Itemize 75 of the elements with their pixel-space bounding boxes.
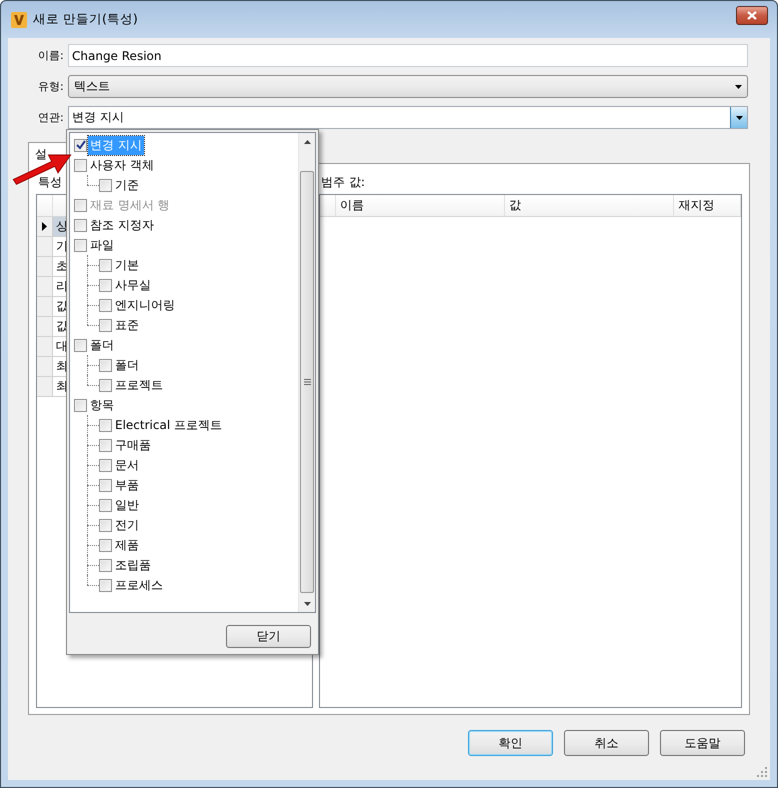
dialog-button[interactable]: 취소 xyxy=(564,730,649,756)
checkbox[interactable] xyxy=(74,338,87,352)
check-icon xyxy=(76,140,86,150)
checkbox[interactable] xyxy=(99,318,112,332)
field-label: 유형: xyxy=(38,79,65,94)
checkbox[interactable] xyxy=(99,418,112,432)
column-header: 이름 xyxy=(336,195,506,216)
tree-item[interactable]: 표준 xyxy=(113,316,141,334)
window-title: 새로 만들기(특성) xyxy=(33,11,139,28)
checkbox[interactable] xyxy=(74,158,87,172)
tree-item[interactable]: 일반 xyxy=(113,496,141,514)
tree-item[interactable]: 문서 xyxy=(113,456,141,474)
checkbox[interactable] xyxy=(74,138,87,152)
tree-item[interactable]: 부품 xyxy=(113,476,141,494)
group-label: 범주 값: xyxy=(320,174,365,191)
dialog-button[interactable]: 확인 xyxy=(468,730,553,756)
column-header: 값 xyxy=(505,195,674,216)
checkbox[interactable] xyxy=(99,278,112,292)
dialog-button[interactable]: 도움말 xyxy=(660,730,745,756)
row-header[interactable] xyxy=(37,217,53,237)
tree-item[interactable]: 조립품 xyxy=(113,556,153,574)
down-arrow-icon xyxy=(304,602,310,606)
grip-icon xyxy=(304,379,310,385)
checkbox[interactable] xyxy=(99,498,112,512)
name-field[interactable]: Change Resion xyxy=(68,44,748,67)
field-label: 이름: xyxy=(38,48,65,63)
type-dropdown[interactable]: 텍스트 xyxy=(68,75,748,98)
scrollbar-thumb[interactable] xyxy=(300,171,314,593)
close-button[interactable] xyxy=(736,6,768,25)
tree-item[interactable]: 사용자 객체 xyxy=(88,156,156,174)
dropdown-value: 텍스트 xyxy=(74,78,111,95)
checkbox[interactable] xyxy=(99,478,112,492)
tree-item[interactable]: Electrical 프로젝트 xyxy=(113,416,224,434)
tree-item[interactable]: 파일 xyxy=(88,236,116,254)
tree-item[interactable]: 폴더 xyxy=(88,336,116,354)
tree-item[interactable]: 폴더 xyxy=(113,356,141,374)
app-logo-icon xyxy=(11,12,27,28)
tree-item[interactable]: 전기 xyxy=(113,516,141,534)
tree-item[interactable]: 사무실 xyxy=(113,276,153,294)
tree-item[interactable]: 참조 지정자 xyxy=(88,216,156,234)
dropdown-button[interactable] xyxy=(730,107,747,128)
up-arrow-icon xyxy=(304,140,310,144)
checkbox[interactable] xyxy=(99,558,112,572)
association-combo[interactable]: 변경 지시 xyxy=(68,106,748,129)
tree-item[interactable]: 구매품 xyxy=(113,436,153,454)
tree-item[interactable]: 제품 xyxy=(113,536,141,554)
tree-item[interactable]: 기본 xyxy=(113,256,141,274)
checkbox[interactable] xyxy=(99,458,112,472)
checkbox[interactable] xyxy=(99,358,112,372)
field-label: 연관: xyxy=(38,110,65,125)
tree-item[interactable]: 프로세스 xyxy=(113,576,165,594)
checkbox[interactable] xyxy=(99,378,112,392)
resize-grip-icon[interactable] xyxy=(757,767,767,777)
tree-item[interactable]: 엔지니어링 xyxy=(113,296,177,314)
close-popup-button[interactable]: 닫기 xyxy=(226,625,311,648)
checkbox[interactable] xyxy=(99,438,112,452)
caret-icon xyxy=(735,84,742,88)
checkbox[interactable] xyxy=(99,178,112,192)
caret-icon xyxy=(736,116,742,120)
checkbox[interactable] xyxy=(99,538,112,552)
tree-item[interactable]: 프로젝트 xyxy=(113,376,165,394)
checkbox[interactable] xyxy=(99,578,112,592)
scrollbar[interactable] xyxy=(298,133,315,612)
checkbox[interactable] xyxy=(74,238,87,252)
tree-item[interactable]: 기준 xyxy=(113,176,141,194)
group-label: 특성 xyxy=(37,174,62,191)
checkbox[interactable] xyxy=(74,218,87,232)
checkbox[interactable] xyxy=(99,258,112,272)
checkbox[interactable] xyxy=(99,298,112,312)
tree-item[interactable]: 항목 xyxy=(88,396,116,414)
close-icon xyxy=(747,11,757,20)
checkbox[interactable] xyxy=(74,398,87,412)
checkbox[interactable] xyxy=(99,518,112,532)
combo-value: 변경 지시 xyxy=(72,109,125,126)
column-header: 재지정 xyxy=(674,195,742,216)
